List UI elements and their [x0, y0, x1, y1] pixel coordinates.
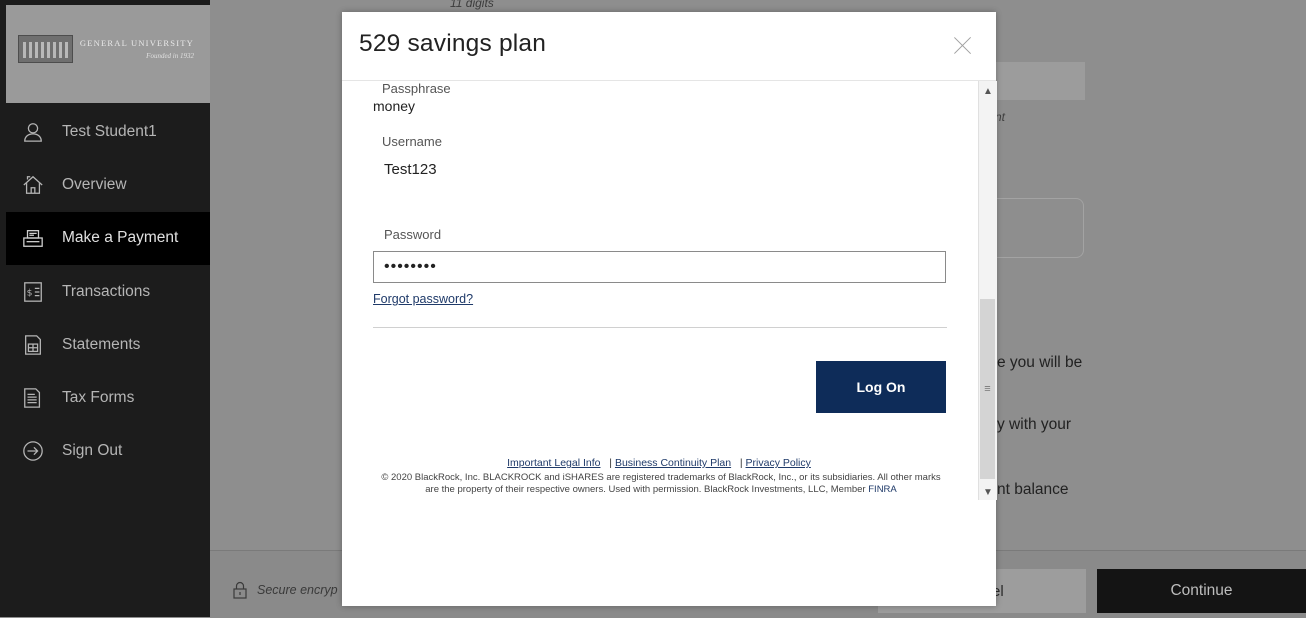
secure-encryption-note: Secure encryp: [232, 581, 338, 599]
tax-forms-icon: [20, 385, 46, 411]
link-separator: |: [609, 457, 613, 469]
background-text: e you will be: [997, 354, 1083, 371]
log-on-button[interactable]: Log On: [816, 361, 946, 413]
finra-link[interactable]: FINRA: [868, 484, 897, 495]
continue-button[interactable]: Continue: [1097, 569, 1306, 613]
transactions-icon: $: [20, 279, 46, 305]
username-value: Test123: [384, 161, 437, 178]
sidebar-item-make-a-payment[interactable]: Make a Payment: [6, 211, 210, 265]
sidebar-item-label: Transactions: [62, 282, 151, 300]
logo-subtitle: Founded in 1932: [146, 52, 194, 60]
logo-title: GENERAL UNIVERSITY: [79, 38, 194, 48]
sign-out-icon: [20, 438, 46, 464]
copyright-line: © 2020 BlackRock, Inc. BLACKROCK and iSH…: [381, 472, 941, 483]
sidebar-item-transactions[interactable]: $ Transactions: [6, 265, 210, 318]
modal-scrollbar[interactable]: ▲ ≡ ▼: [978, 81, 997, 500]
sidebar-item-label: Tax Forms: [62, 389, 135, 407]
background-input: [985, 62, 1085, 100]
scrollbar-thumb[interactable]: ≡: [980, 299, 995, 479]
background-field: [985, 198, 1084, 258]
legal-links: Important Legal Info | Business Continui…: [342, 457, 976, 469]
sidebar-item-label: Overview: [62, 175, 127, 193]
passphrase-value: money: [373, 98, 416, 114]
university-logo[interactable]: GENERAL UNIVERSITY Founded in 1932: [18, 34, 194, 64]
sidebar-item-label: Test Student1: [62, 122, 157, 140]
login-frame: Passphrase money Username Test123 Passwo…: [342, 81, 996, 506]
divider: [373, 327, 947, 328]
link-separator: |: [739, 457, 743, 469]
scroll-down-icon[interactable]: ▼: [979, 484, 997, 500]
privacy-policy-link[interactable]: Privacy Policy: [746, 457, 811, 469]
forgot-password-link[interactable]: Forgot password?: [373, 292, 473, 306]
business-continuity-plan-link[interactable]: Business Continuity Plan: [615, 457, 731, 469]
secure-text: Secure encryp: [257, 583, 338, 597]
background-text: nt balance: [997, 481, 1069, 498]
digits-hint: 11 digits: [450, 0, 494, 10]
close-icon[interactable]: [954, 36, 972, 54]
home-icon: [20, 172, 46, 198]
passphrase-label: Passphrase: [382, 81, 451, 96]
sidebar-item-label: Make a Payment: [62, 229, 179, 247]
password-label: Password: [384, 227, 442, 242]
sidebar: GENERAL UNIVERSITY Founded in 1932 Test …: [0, 0, 210, 617]
savings-plan-modal: 529 savings plan Passphrase money Userna…: [342, 12, 997, 606]
sidebar-item-label: Statements: [62, 335, 141, 353]
scroll-up-icon[interactable]: ▲: [979, 83, 997, 99]
sidebar-nav: Test Student1 Overview Make a Payment $ …: [6, 105, 210, 478]
lock-icon: [233, 581, 247, 599]
sidebar-item-sign-out[interactable]: Sign Out: [6, 425, 210, 478]
sidebar-item-overview[interactable]: Overview: [6, 158, 210, 211]
payment-icon: [20, 225, 46, 251]
modal-title: 529 savings plan: [359, 30, 547, 57]
statements-icon: [20, 332, 46, 358]
sidebar-item-tax-forms[interactable]: Tax Forms: [6, 371, 210, 424]
sidebar-item-label: Sign Out: [62, 442, 123, 460]
sidebar-item-statements[interactable]: Statements: [6, 318, 210, 371]
brand-area: GENERAL UNIVERSITY Founded in 1932: [6, 5, 210, 103]
sidebar-item-profile[interactable]: Test Student1: [6, 105, 210, 158]
svg-text:$: $: [27, 287, 33, 298]
username-label: Username: [382, 134, 442, 149]
password-field[interactable]: [373, 251, 946, 283]
important-legal-info-link[interactable]: Important Legal Info: [507, 457, 600, 469]
copyright-text: © 2020 BlackRock, Inc. BLACKROCK and iSH…: [346, 472, 976, 496]
modal-header: 529 savings plan: [342, 12, 996, 81]
background-text: y with your: [997, 416, 1072, 433]
university-building-icon: [18, 35, 74, 63]
copyright-line: are the property of their respective own…: [425, 484, 866, 495]
user-icon: [20, 119, 46, 145]
